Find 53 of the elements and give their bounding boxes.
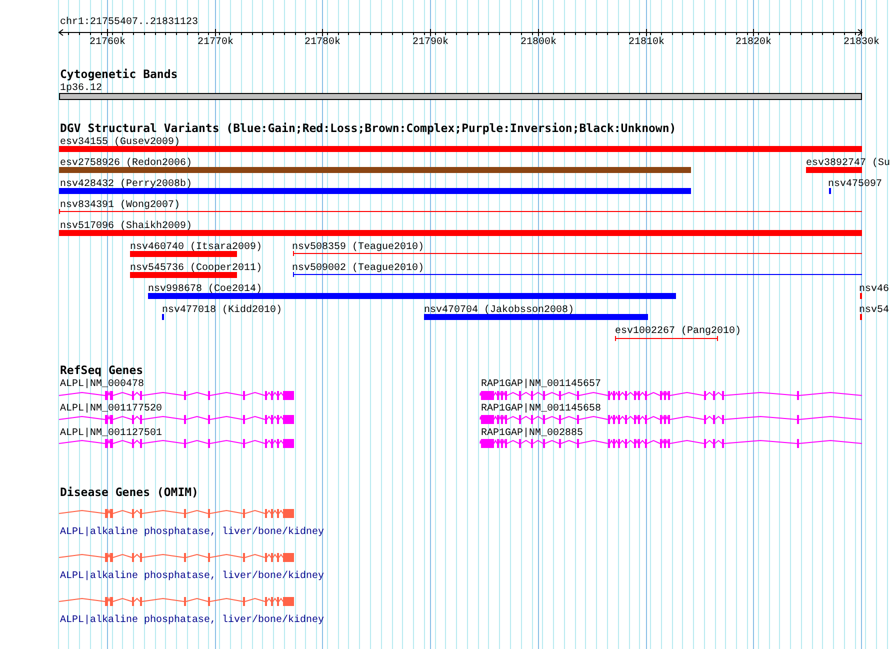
gene-model-drawing[interactable]: [58, 508, 294, 518]
variant-label: nsv477018 (Kidd2010): [162, 305, 282, 316]
tick-label: 21830k: [844, 37, 880, 48]
gene-model-drawing[interactable]: [58, 596, 294, 606]
variant-line[interactable]: [293, 251, 862, 256]
tick-label: 21810k: [628, 37, 664, 48]
variant-label: esv2758926 (Redon2006): [60, 158, 192, 169]
disease-gene-label[interactable]: ALPL|alkaline phosphatase, liver/bone/kidney: [60, 615, 324, 626]
track-title: DGV Structural Variants (Blue:Gain;Red:Loss;Brown:Complex;Purple:Inversion;Black:Unknown): [60, 121, 676, 135]
variant-label: nsv509002 (Teague2010): [292, 263, 424, 274]
track-title: Disease Genes (OMIM): [60, 485, 198, 499]
variant-span[interactable]: [615, 336, 718, 341]
variant-label: nsv998678 (Coe2014): [148, 284, 262, 295]
tick-label: 21760k: [90, 37, 126, 48]
gene-label: ALPL|NM_001177520: [60, 404, 162, 414]
gene-label: RAP1GAP|NM_001145658: [481, 404, 602, 414]
variant-label: esv3892747 (Su: [806, 158, 890, 169]
gene-label: ALPL|NM_001127501: [60, 428, 162, 439]
tick-label: 21800k: [520, 37, 556, 48]
variant-label: esv34155 (Gusev2009): [60, 137, 180, 148]
gene-label: ALPL|NM_000478: [60, 379, 144, 390]
variant-label: nsv508359 (Teague2010): [292, 242, 424, 253]
variant-label: nsv46: [859, 284, 890, 295]
tick-label: 21820k: [736, 37, 772, 48]
gene-model-drawing[interactable]: [58, 390, 294, 400]
tick-label: 21770k: [198, 37, 234, 48]
variant-line[interactable]: [293, 272, 862, 277]
gene-model-drawing[interactable]: [480, 390, 862, 400]
variant-label: esv1002267 (Pang2010): [615, 326, 742, 337]
gene-model-drawing[interactable]: [480, 438, 862, 448]
variant-label: nsv470704 (Jakobsson2008): [424, 305, 574, 316]
disease-gene-label[interactable]: ALPL|alkaline phosphatase, liver/bone/kidney: [60, 571, 324, 582]
variant-label: nsv517096 (Shaikh2009): [60, 221, 192, 232]
gene-model-drawing[interactable]: [480, 414, 862, 424]
tick-label: 21790k: [412, 37, 448, 48]
variant-line[interactable]: [59, 209, 862, 214]
band-label: 1p36.12: [60, 83, 102, 94]
variant-label: nsv475097: [828, 179, 882, 190]
variant-label: nsv545736 (Cooper2011): [130, 263, 262, 274]
gene-label: RAP1GAP|NM_002885: [481, 428, 584, 439]
gene-model-drawing[interactable]: [58, 438, 294, 448]
gene-model-drawing[interactable]: [58, 414, 294, 424]
track-title: RefSeq Genes: [60, 363, 144, 377]
variant-label: nsv834391 (Wong2007): [60, 200, 180, 211]
variant-label: nsv54: [859, 305, 890, 316]
track-title: Cytogenetic Bands: [60, 67, 178, 81]
disease-gene-label[interactable]: ALPL|alkaline phosphatase, liver/bone/kidney: [60, 527, 324, 538]
tick-label: 21780k: [304, 37, 340, 48]
gene-label: RAP1GAP|NM_001145657: [481, 379, 602, 390]
variant-label: nsv428432 (Perry2008b): [60, 179, 192, 190]
location-label: chr1:21755407..21831123: [60, 17, 198, 28]
variant-label: nsv460740 (Itsara2009): [130, 242, 262, 253]
gene-model-drawing[interactable]: [58, 552, 294, 562]
